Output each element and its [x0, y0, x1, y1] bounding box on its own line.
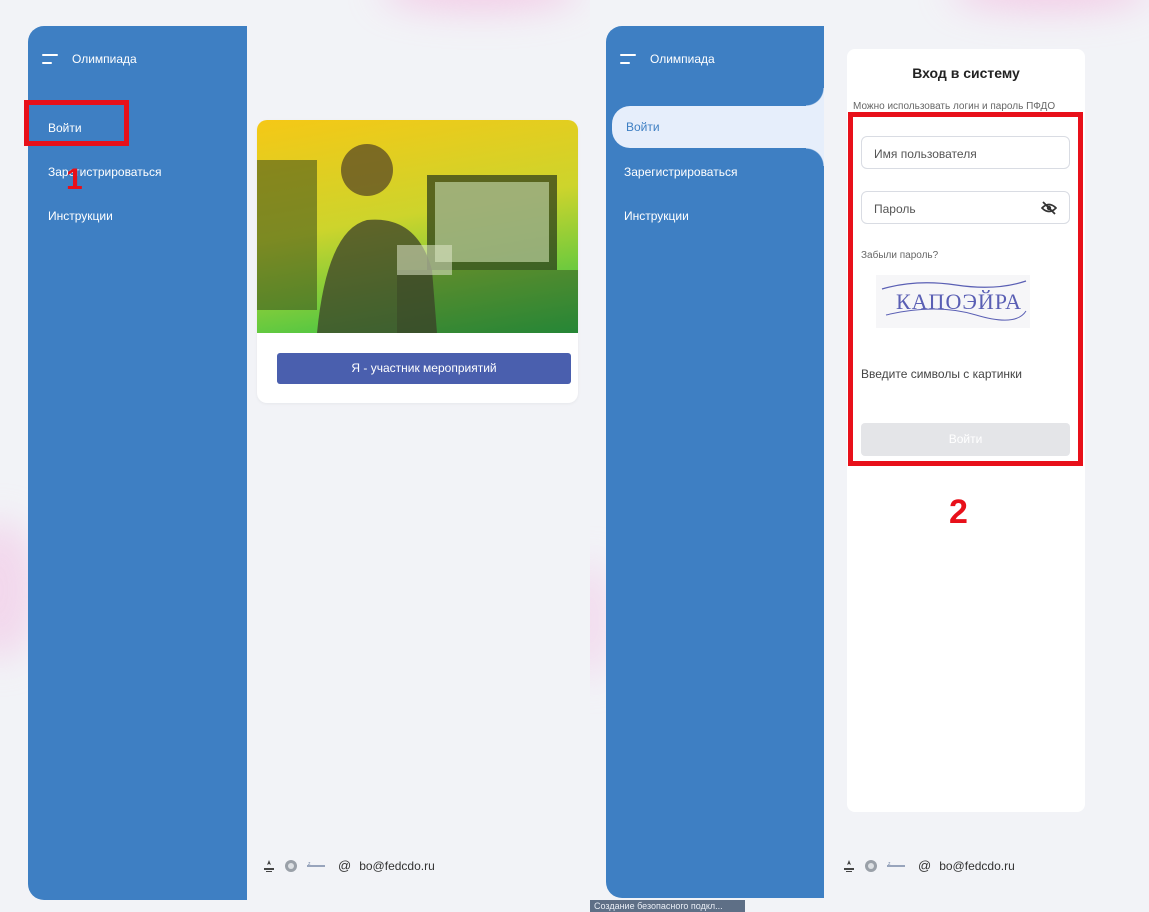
sidebar-item-register[interactable]: Зарегистрироваться [624, 165, 737, 179]
menu-icon[interactable] [42, 54, 58, 64]
brand-label: Олимпиада [650, 52, 715, 66]
ministry-emblem-icon[interactable] [842, 859, 856, 873]
background-decoration [380, 0, 580, 10]
footer: z @ bo@fedcdo.ru [262, 858, 435, 873]
partner-logo-small-icon[interactable]: z [886, 859, 906, 873]
sidebar-brand[interactable]: Олимпиада [620, 52, 715, 66]
menu-icon[interactable] [620, 54, 636, 64]
footer-email[interactable]: bo@fedcdo.ru [359, 859, 435, 873]
login-hint: Можно использовать логин и пароль ПФДО [853, 101, 1056, 112]
partner-logo-small-icon[interactable]: z [306, 859, 326, 873]
sidebar-item-label: Войти [626, 120, 660, 134]
sidebar-item-instructions[interactable]: Инструкции [624, 209, 689, 223]
annotation-number-1: 1 [66, 163, 83, 196]
annotation-number-2: 2 [949, 493, 968, 531]
left-screenshot-panel: Олимпиада Войти Зарегистрироваться Инстр… [0, 0, 590, 912]
brand-label: Олимпиада [72, 52, 137, 66]
sidebar-item-instructions[interactable]: Инструкции [48, 209, 113, 223]
partner-logo-icon[interactable] [864, 859, 878, 873]
annotation-highlight-form [848, 112, 1083, 466]
card-photo [257, 120, 578, 333]
footer-email[interactable]: bo@fedcdo.ru [939, 859, 1015, 873]
participant-button[interactable]: Я - участник мероприятий [277, 353, 571, 384]
sidebar: Олимпиада Войти Зарегистрироваться Инстр… [28, 26, 247, 900]
sidebar: Олимпиада Войти Зарегистрироваться Инстр… [606, 26, 824, 898]
photo-illustration [257, 144, 578, 333]
login-title: Вход в систему [912, 65, 1020, 81]
browser-status-bar: Создание безопасного подкл... [590, 900, 745, 912]
background-decoration [950, 0, 1149, 10]
email-icon: @ [918, 858, 932, 873]
right-screenshot-panel: Олимпиада Войти Зарегистрироваться Инстр… [590, 0, 1149, 912]
footer: z @ bo@fedcdo.ru [842, 858, 1015, 873]
sidebar-item-login-active[interactable]: Войти [612, 88, 824, 166]
sidebar-brand[interactable]: Олимпиада [42, 52, 137, 66]
partner-logo-icon[interactable] [284, 859, 298, 873]
participant-card: Я - участник мероприятий [257, 120, 578, 403]
annotation-highlight-login [24, 100, 129, 146]
ministry-emblem-icon[interactable] [262, 859, 276, 873]
email-icon: @ [338, 858, 352, 873]
